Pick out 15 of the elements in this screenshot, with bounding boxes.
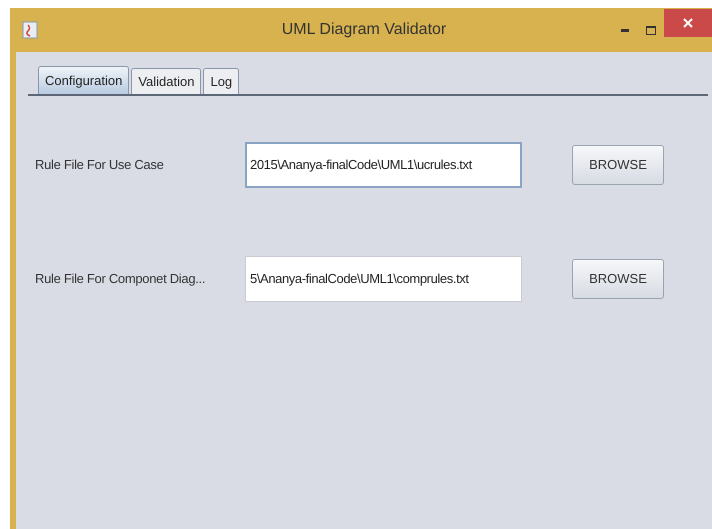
- close-button[interactable]: [664, 9, 712, 37]
- tab[interactable]: Validation: [131, 68, 202, 94]
- browse-button[interactable]: BROWSE: [572, 145, 664, 185]
- close-icon: [683, 18, 693, 28]
- maximize-icon: [646, 26, 656, 34]
- window-title: UML Diagram Validator: [282, 20, 446, 40]
- minimize-icon: [621, 28, 629, 32]
- browse-button[interactable]: BROWSE: [572, 259, 664, 299]
- field-label: Rule File For Use Case: [35, 156, 164, 174]
- file-path-field[interactable]: 2015\Ananya-finalCode\UML1\ucrules.txt: [245, 142, 522, 188]
- file-path-field[interactable]: 5\Ananya-finalCode\UML1\comprules.txt: [245, 256, 522, 302]
- app-icon: [22, 21, 38, 39]
- tab[interactable]: Log: [203, 68, 240, 94]
- tab[interactable]: Configuration: [38, 66, 130, 94]
- field-label: Rule File For Componet Diag...: [35, 270, 206, 288]
